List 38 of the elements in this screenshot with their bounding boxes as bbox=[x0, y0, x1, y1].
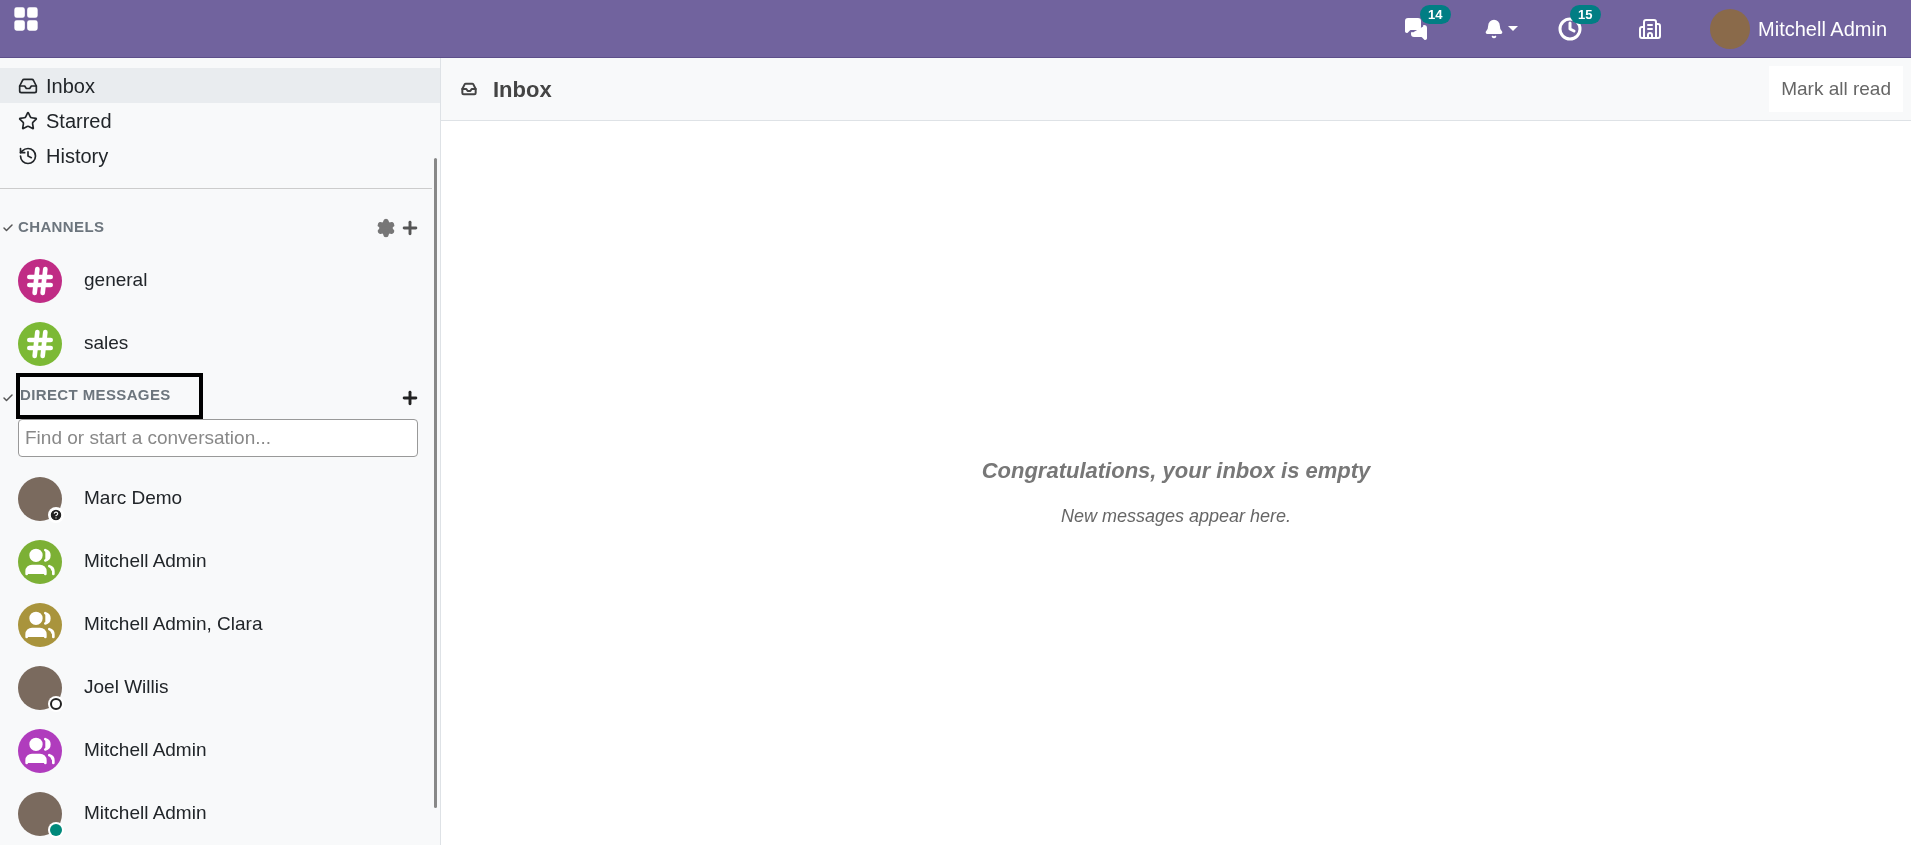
user-name[interactable]: Mitchell Admin bbox=[1758, 13, 1887, 44]
avatar-placeholder bbox=[1710, 8, 1751, 49]
conversation-item[interactable]: Mitchell Admin bbox=[0, 719, 440, 782]
history-icon bbox=[18, 146, 38, 167]
conversation-item[interactable]: Joel Willis bbox=[0, 656, 440, 719]
caret-icon bbox=[1508, 26, 1519, 31]
apps-menu-icon[interactable] bbox=[12, 4, 40, 33]
mark-all-read-button[interactable]: Mark all read bbox=[1769, 66, 1903, 112]
avatar-placeholder bbox=[18, 791, 62, 836]
section-title[interactable]: DIRECT MESSAGES bbox=[16, 372, 203, 419]
inbox-icon bbox=[461, 81, 477, 97]
channel-item[interactable]: sales bbox=[0, 312, 440, 375]
messages-count-badge: 14 bbox=[1420, 4, 1451, 24]
avatar-placeholder bbox=[18, 476, 62, 521]
scrollbar[interactable] bbox=[434, 158, 437, 808]
conversation-item[interactable]: Marc Demo bbox=[0, 467, 440, 530]
channel-item[interactable]: general bbox=[0, 249, 440, 312]
mailbox-item[interactable]: Starred bbox=[0, 103, 440, 139]
caret-icon[interactable] bbox=[2, 221, 14, 234]
conversation-item[interactable]: Mitchell Admin bbox=[0, 530, 440, 593]
avatar-placeholder bbox=[18, 665, 62, 710]
bell-icon[interactable] bbox=[1484, 18, 1505, 39]
activities-count-badge: 15 bbox=[1570, 4, 1601, 24]
chat-icon[interactable] bbox=[1404, 16, 1429, 41]
mailbox-item[interactable]: Inbox bbox=[0, 68, 440, 104]
empty-title: Congratulations, your inbox is empty bbox=[981, 457, 1371, 485]
conversation-item[interactable]: Mitchell Admin, Clara bbox=[0, 593, 440, 656]
conversation-item[interactable]: Mitchell Admin bbox=[0, 782, 440, 845]
page-title: Inbox bbox=[493, 75, 552, 104]
star-icon bbox=[18, 110, 38, 131]
caret-icon[interactable] bbox=[2, 392, 14, 404]
search-field[interactable]: Find or start a conversation... bbox=[18, 419, 418, 457]
building-icon[interactable] bbox=[1638, 16, 1663, 41]
mailbox-item[interactable]: History bbox=[0, 138, 440, 174]
settings-icon[interactable] bbox=[376, 217, 396, 238]
add-conversation-icon[interactable] bbox=[400, 388, 420, 408]
empty-hint: New messages appear here. bbox=[1060, 505, 1292, 528]
section-title[interactable]: CHANNELS bbox=[18, 216, 105, 239]
